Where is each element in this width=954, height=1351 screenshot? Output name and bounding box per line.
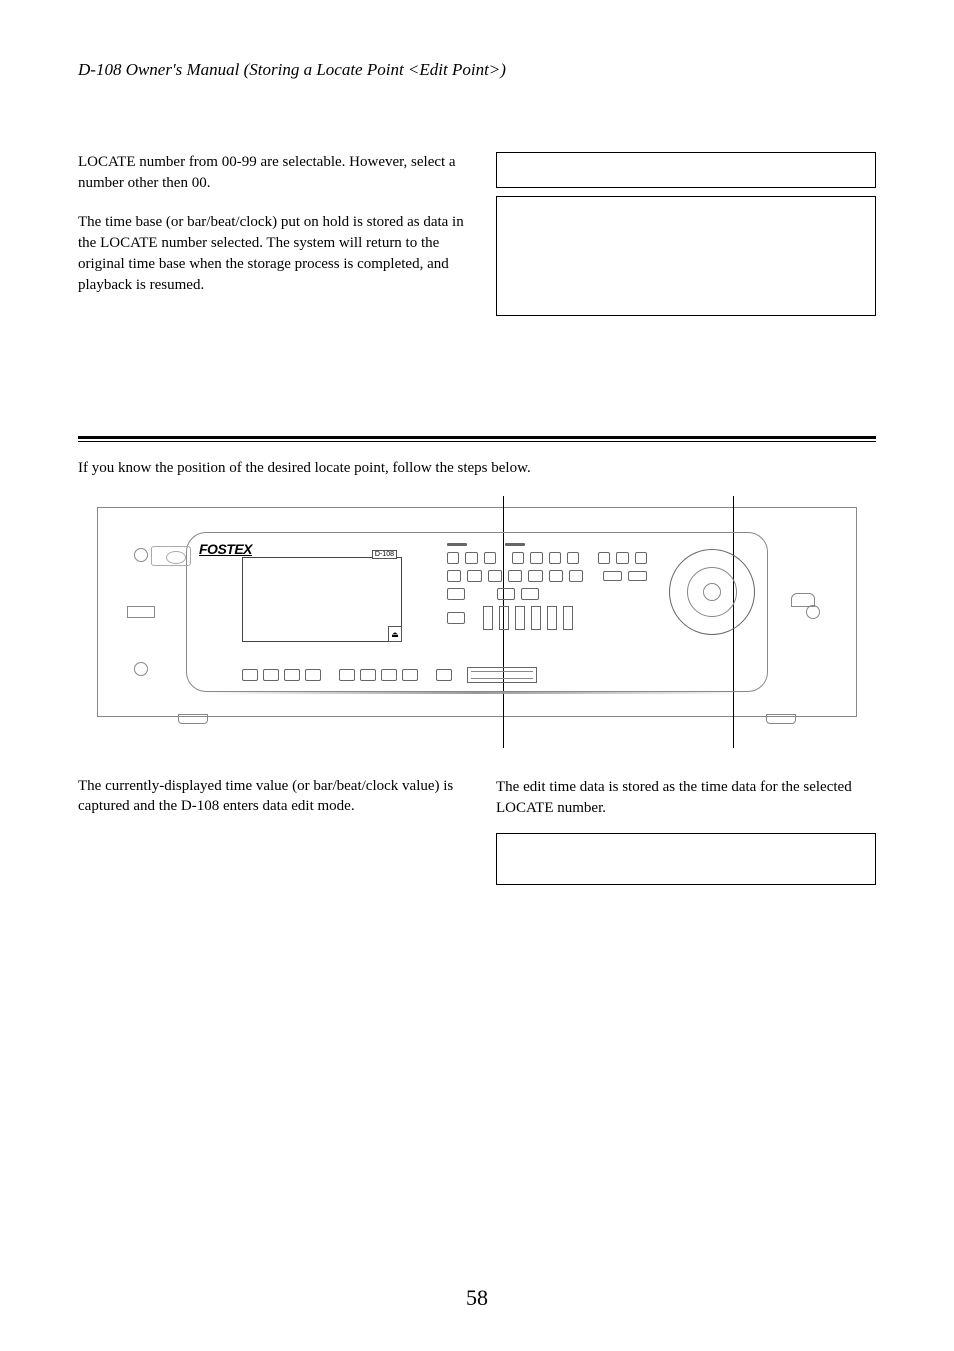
- panel-button: [447, 612, 465, 624]
- page-header: D-108 Owner's Manual (Storing a Locate P…: [78, 60, 876, 80]
- disk-slot-icon: [151, 546, 191, 566]
- panel-edge-highlight: [202, 692, 752, 694]
- button-panel: [447, 543, 647, 636]
- device-foot-icon: [178, 714, 208, 724]
- panel-button: [447, 588, 465, 600]
- jog-center: [703, 583, 721, 601]
- paragraph-1: LOCATE number from 00-99 are selectable.…: [78, 152, 466, 194]
- display-box-small: [496, 152, 876, 188]
- panel-button: [447, 570, 461, 582]
- panel-button: [598, 552, 610, 564]
- device-illustration: FOSTEX D-108 ⏏: [97, 507, 857, 717]
- panel-button: [339, 669, 355, 681]
- device-right-side: [778, 516, 848, 708]
- top-right-column: [496, 152, 876, 316]
- panel-button: [467, 570, 481, 582]
- paragraph-4: The edit time data is stored as the time…: [496, 777, 876, 819]
- power-button-icon: [791, 593, 815, 607]
- page-number: 58: [466, 1285, 488, 1311]
- indicator-icon: [447, 543, 467, 546]
- screw-icon: [134, 662, 148, 676]
- panel-button: [521, 588, 539, 600]
- model-label: D-108: [372, 550, 397, 559]
- jog-wheel: [669, 549, 755, 635]
- bottom-button-row: [242, 669, 452, 681]
- panel-button: [381, 669, 397, 681]
- panel-button: [465, 552, 477, 564]
- panel-button: [635, 552, 647, 564]
- panel-button: [402, 669, 418, 681]
- panel-button: [284, 669, 300, 681]
- panel-button: [242, 669, 258, 681]
- indicator-icon: [505, 543, 525, 546]
- panel-button: [488, 570, 502, 582]
- panel-button: [549, 552, 561, 564]
- panel-button: [512, 552, 524, 564]
- brand-label: FOSTEX: [199, 541, 252, 557]
- transport-button: [515, 606, 525, 630]
- panel-button: [508, 570, 522, 582]
- panel-button: [436, 669, 452, 681]
- screw-icon: [806, 605, 820, 619]
- section-divider: [78, 436, 876, 442]
- vent-icon: [127, 606, 155, 618]
- panel-button: [360, 669, 376, 681]
- panel-button: [567, 552, 579, 564]
- panel-button: [628, 571, 647, 581]
- transport-button: [499, 606, 509, 630]
- transport-button: [563, 606, 573, 630]
- screw-icon: [134, 548, 148, 562]
- panel-button: [263, 669, 279, 681]
- jog-inner-ring: [687, 567, 737, 617]
- bottom-left-column: The currently-displayed time value (or b…: [78, 777, 466, 885]
- lcd-screen: D-108 ⏏: [242, 557, 402, 642]
- display-box-med: [496, 833, 876, 885]
- device-front-panel: FOSTEX D-108 ⏏: [186, 532, 768, 692]
- bottom-section: The currently-displayed time value (or b…: [78, 777, 876, 885]
- transport-button: [531, 606, 541, 630]
- display-box-large: [496, 196, 876, 316]
- panel-button: [549, 570, 563, 582]
- panel-button: [569, 570, 583, 582]
- device-foot-icon: [766, 714, 796, 724]
- brand-area: FOSTEX: [199, 541, 252, 557]
- paragraph-3: The currently-displayed time value (or b…: [78, 777, 466, 816]
- top-section: LOCATE number from 00-99 are selectable.…: [78, 152, 876, 316]
- panel-button: [530, 552, 542, 564]
- bottom-right-column: The edit time data is stored as the time…: [496, 777, 876, 885]
- section-intro: If you know the position of the desired …: [78, 460, 876, 477]
- panel-button: [497, 588, 515, 600]
- paragraph-2: The time base (or bar/beat/clock) put on…: [78, 212, 466, 296]
- panel-button: [484, 552, 496, 564]
- panel-button: [528, 570, 542, 582]
- transport-button: [547, 606, 557, 630]
- panel-button: [603, 571, 622, 581]
- slider-area: [467, 667, 537, 683]
- panel-button: [305, 669, 321, 681]
- panel-button: [447, 552, 459, 564]
- pitch-slider: [467, 667, 537, 683]
- transport-button: [483, 606, 493, 630]
- panel-button: [616, 552, 628, 564]
- eject-icon: ⏏: [388, 626, 402, 642]
- device-left-side: [106, 516, 176, 708]
- top-left-column: LOCATE number from 00-99 are selectable.…: [78, 152, 466, 316]
